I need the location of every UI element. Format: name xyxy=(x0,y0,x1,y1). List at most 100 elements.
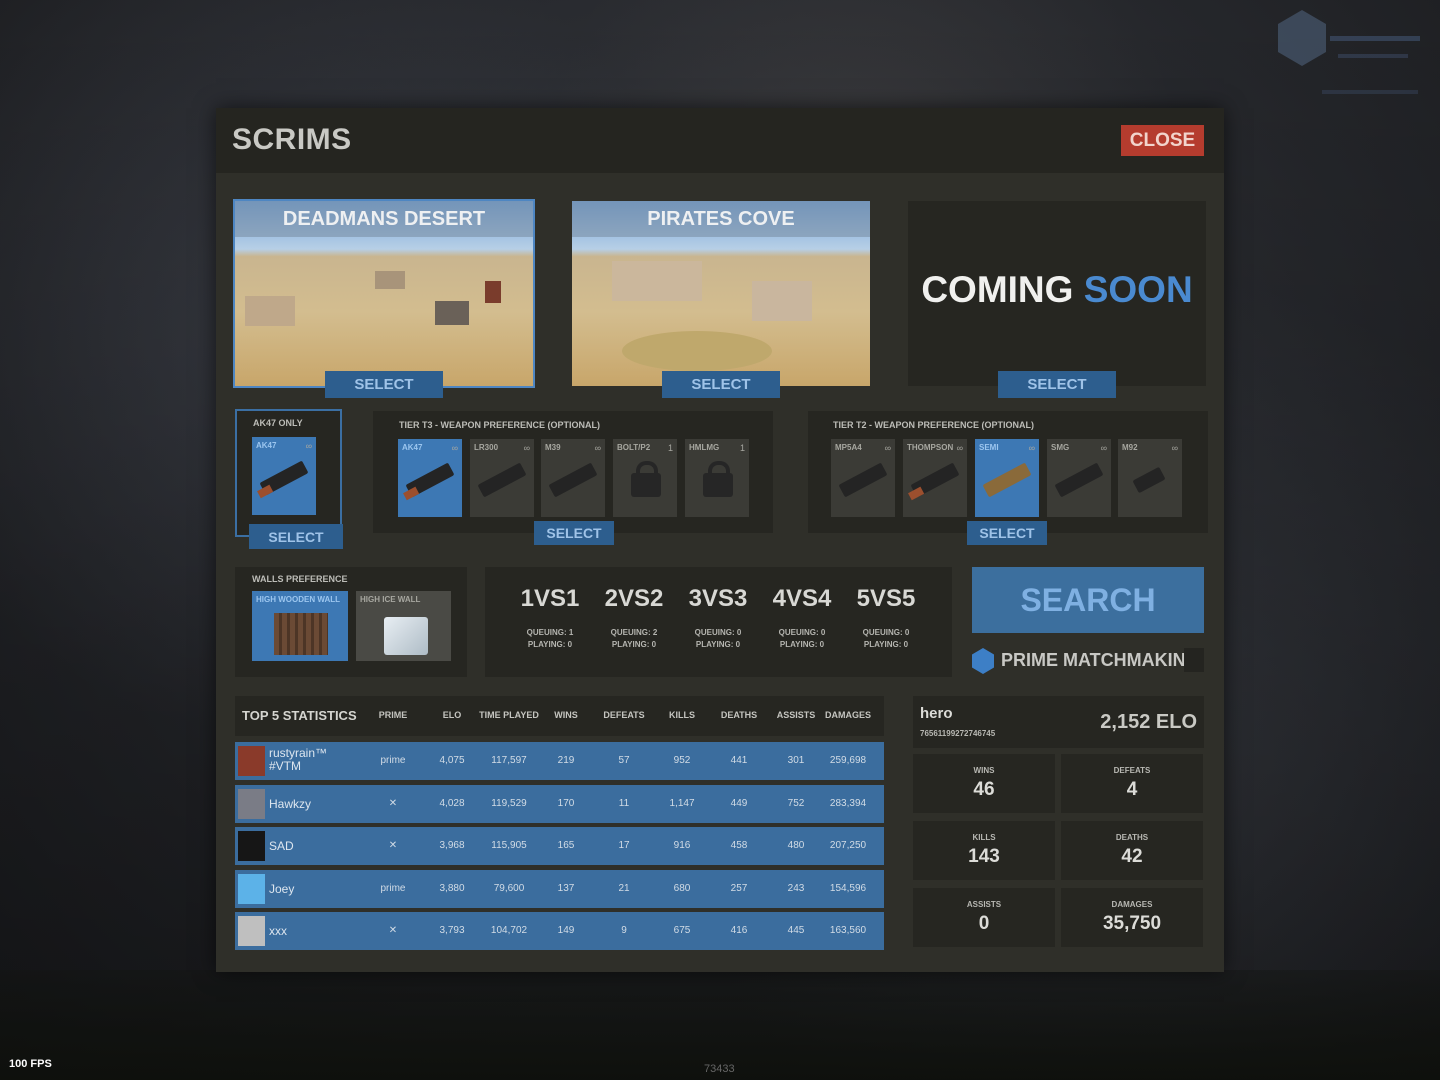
prime-shield-icon xyxy=(972,648,994,674)
map-card-deadmans-desert: DEADMANS DESERT SELECT xyxy=(233,199,535,398)
scrims-panel: SCRIMS CLOSE DEADMANS DESERT SELECT PIRA… xyxy=(216,108,1224,972)
coming-soon-text: COMING SOON xyxy=(921,269,1193,310)
map-image-deadmans-desert[interactable]: DEADMANS DESERT xyxy=(233,199,535,388)
weapon-slot-semi[interactable]: SEMI ∞ xyxy=(975,439,1039,517)
ak47-icon xyxy=(405,462,455,498)
m39-icon xyxy=(548,462,598,498)
profile-header: hero 76561199272746745 2,152 ELO xyxy=(913,696,1204,748)
semi-rifle-icon xyxy=(982,462,1032,498)
map-title: PIRATES COVE xyxy=(572,201,870,237)
server-logo-icon xyxy=(1278,10,1326,66)
column-header: DEFEATS xyxy=(603,710,645,720)
profile-stat-assists: ASSISTS 0 xyxy=(913,888,1055,947)
player-name: Joey xyxy=(269,882,295,896)
weapon-slot-mp5a4[interactable]: MP5A4 ∞ xyxy=(831,439,895,517)
top-statistics-table: TOP 5 STATISTICS PRIME ELO TIME PLAYED W… xyxy=(235,696,884,952)
profile-name: hero xyxy=(920,705,953,722)
avatar xyxy=(238,916,265,946)
profile-steam-id: 76561199272746745 xyxy=(920,729,996,738)
coming-soon-box: COMING SOON xyxy=(908,201,1206,386)
weapon-slot-hmlmg[interactable]: HMLMG 1 xyxy=(685,439,749,517)
mp5a4-icon xyxy=(838,462,888,498)
avatar xyxy=(238,874,265,904)
profile-elo: 2,152 ELO xyxy=(1100,711,1197,733)
player-profile: hero 76561199272746745 2,152 ELO WINS 46 … xyxy=(913,696,1204,948)
profile-stat-wins: WINS 46 xyxy=(913,754,1055,813)
tier2-section: TIER T2 - WEAPON PREFERENCE (OPTIONAL) M… xyxy=(808,411,1208,533)
walls-label: WALLS PREFERENCE xyxy=(252,574,348,584)
mode-1vs1[interactable]: 1VS1 QUEUING: 1 PLAYING: 0 xyxy=(508,585,592,651)
select-map-button[interactable]: SELECT xyxy=(662,371,780,398)
column-header: TIME PLAYED xyxy=(479,710,539,720)
map-title: DEADMANS DESERT xyxy=(235,201,533,237)
map-card-pirates-cove: PIRATES COVE SELECT xyxy=(572,201,870,398)
table-row[interactable]: Joey prime 3,880 79,600 137 21 680 257 2… xyxy=(235,870,884,908)
prime-matchmaking-label: PRIME MATCHMAKING xyxy=(1001,650,1200,670)
lock-icon xyxy=(703,461,733,497)
select-tier2-button[interactable]: SELECT xyxy=(967,521,1047,545)
table-row[interactable]: Hawkzy ✕ 4,028 119,529 170 11 1,147 449 … xyxy=(235,785,884,823)
select-map-button[interactable]: SELECT xyxy=(998,371,1116,398)
table-title: TOP 5 STATISTICS xyxy=(242,708,357,723)
server-logo xyxy=(1278,10,1428,94)
tier3-section: TIER T3 - WEAPON PREFERENCE (OPTIONAL) A… xyxy=(373,411,773,533)
fps-counter: 100 FPS xyxy=(9,1058,52,1070)
mode-5vs5[interactable]: 5VS5 QUEUING: 0 PLAYING: 0 xyxy=(844,585,928,651)
weapon-slot-ak47[interactable]: AK47 ∞ xyxy=(252,437,316,515)
close-button[interactable]: CLOSE xyxy=(1121,125,1204,156)
column-header: PRIME xyxy=(378,710,408,720)
mode-4vs4[interactable]: 4VS4 QUEUING: 0 PLAYING: 0 xyxy=(760,585,844,651)
ak47-icon xyxy=(259,460,309,496)
table-row[interactable]: xxx ✕ 3,793 104,702 149 9 675 416 445 16… xyxy=(235,912,884,950)
team-modes-section: 1VS1 QUEUING: 1 PLAYING: 0 2VS2 QUEUING: … xyxy=(485,567,952,677)
avatar xyxy=(238,746,265,776)
ak-only-label: AK47 ONLY xyxy=(253,418,303,428)
search-button[interactable]: SEARCH xyxy=(972,567,1204,633)
player-name: xxx xyxy=(269,924,287,938)
mode-3vs3[interactable]: 3VS3 QUEUING: 0 PLAYING: 0 xyxy=(676,585,760,651)
weapon-slot-ak47[interactable]: AK47 ∞ xyxy=(398,439,462,517)
map-image-pirates-cove[interactable]: PIRATES COVE xyxy=(572,201,870,386)
prime-matchmaking-row: PRIME MATCHMAKING xyxy=(972,648,1204,674)
weapon-slot-bolt-p2[interactable]: BOLT/P2 1 xyxy=(613,439,677,517)
column-header: ASSISTS xyxy=(776,710,816,720)
panel-header: SCRIMS CLOSE xyxy=(216,108,1224,173)
weapon-slot-smg[interactable]: SMG ∞ xyxy=(1047,439,1111,517)
wooden-wall-icon xyxy=(274,613,328,655)
select-map-button[interactable]: SELECT xyxy=(325,371,443,398)
prime-matchmaking-checkbox[interactable] xyxy=(1184,648,1204,672)
avatar xyxy=(238,831,265,861)
table-header: TOP 5 STATISTICS PRIME ELO TIME PLAYED W… xyxy=(235,696,884,736)
select-ak-only-button[interactable]: SELECT xyxy=(249,524,343,549)
player-name: rustyrain™ #VTM xyxy=(269,746,328,773)
table-row[interactable]: rustyrain™ #VTM prime 4,075 117,597 219 … xyxy=(235,742,884,780)
lr300-icon xyxy=(477,462,527,498)
wall-option-wooden[interactable]: HIGH WOODEN WALL xyxy=(252,591,348,661)
weapon-slot-thompson[interactable]: THOMPSON ∞ xyxy=(903,439,967,517)
build-number: 73433 xyxy=(704,1063,735,1075)
player-name: Hawkzy xyxy=(269,797,312,811)
smg-icon xyxy=(1054,462,1104,498)
column-header: WINS xyxy=(554,710,578,720)
column-header: DAMAGES xyxy=(824,710,871,720)
lock-icon xyxy=(631,461,661,497)
avatar xyxy=(238,789,265,819)
map-card-coming-soon: COMING SOON SELECT xyxy=(908,201,1206,398)
m92-icon xyxy=(1132,466,1166,494)
mode-2vs2[interactable]: 2VS2 QUEUING: 2 PLAYING: 0 xyxy=(592,585,676,651)
weapon-slot-m39[interactable]: M39 ∞ xyxy=(541,439,605,517)
walls-section: WALLS PREFERENCE HIGH WOODEN WALL HIGH I… xyxy=(235,567,467,677)
weapon-slot-m92[interactable]: M92 ∞ xyxy=(1118,439,1182,517)
table-row[interactable]: SAD ✕ 3,968 115,905 165 17 916 458 480 2… xyxy=(235,827,884,865)
column-header: ELO xyxy=(442,710,462,720)
column-header: DEATHS xyxy=(720,710,758,720)
wall-option-ice[interactable]: HIGH ICE WALL xyxy=(356,591,451,661)
profile-stat-damages: DAMAGES 35,750 xyxy=(1061,888,1203,947)
profile-stat-deaths: DEATHS 42 xyxy=(1061,821,1203,880)
thompson-icon xyxy=(910,462,960,498)
column-header: KILLS xyxy=(669,710,695,720)
ak-only-section: AK47 ONLY AK47 ∞ xyxy=(235,409,342,537)
weapon-slot-lr300[interactable]: LR300 ∞ xyxy=(470,439,534,517)
profile-stat-defeats: DEFEATS 4 xyxy=(1061,754,1203,813)
select-tier3-button[interactable]: SELECT xyxy=(534,521,614,545)
